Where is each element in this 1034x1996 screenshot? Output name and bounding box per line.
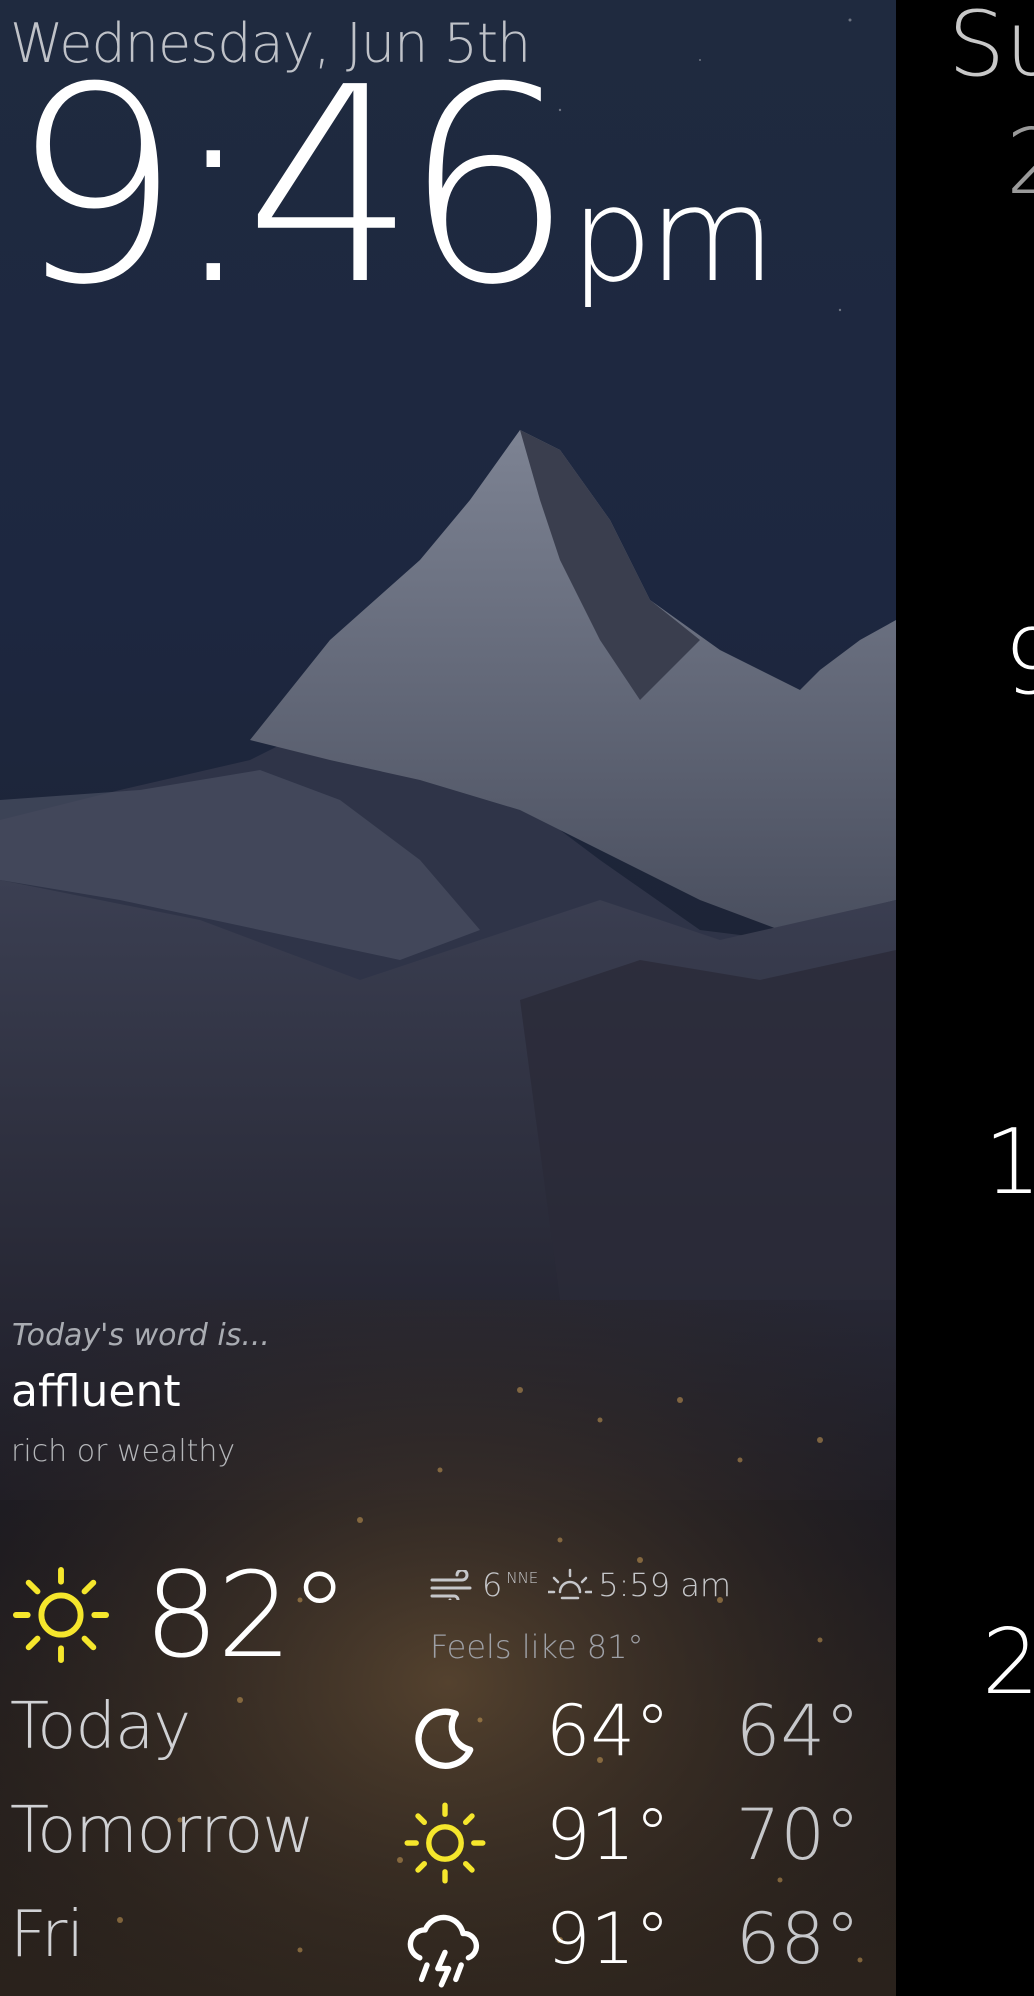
partial-label-3: 9 — [1004, 610, 1034, 715]
sunrise-icon — [548, 1568, 593, 1600]
wind-icon — [430, 1570, 472, 1600]
wind-sunrise-line: 6 NNE 5:59 am — [430, 1566, 731, 1604]
next-page-panel[interactable]: Su 2 9 16 2 — [896, 0, 1034, 1996]
clock-ampm: pm — [570, 159, 775, 311]
partial-label-2: 2 — [1006, 110, 1034, 215]
forecast-low: 68° — [735, 1898, 860, 1980]
current-temperature: 82° — [144, 1546, 349, 1684]
sun-icon — [12, 1566, 110, 1664]
word-definition: rich or wealthy — [11, 1434, 236, 1469]
forecast-day: Tomorrow — [10, 1794, 315, 1868]
partial-label-1: Su — [948, 0, 1034, 97]
word-of-day-intro: Today's word is... — [12, 1318, 270, 1353]
forecast-high: 64° — [545, 1690, 670, 1772]
forecast-day: Today — [10, 1690, 191, 1764]
feels-like: Feels like 81° — [430, 1628, 644, 1666]
forecast-high: 91° — [545, 1794, 670, 1876]
clock-time: 9:46 — [10, 29, 574, 344]
forecast-low: 70° — [735, 1794, 860, 1876]
sun-icon — [404, 1802, 486, 1884]
partial-label-4: 16 — [984, 1110, 1034, 1215]
thunderstorm-icon — [407, 1914, 480, 1988]
sunrise-time: 5:59 am — [598, 1566, 732, 1604]
forecast-low: 64° — [735, 1690, 860, 1772]
forecast-row-fri[interactable]: Fri 91° 68° — [10, 1898, 870, 1994]
wallpaper-panel: Wednesday, Jun 5th 9:46pm Today's word i… — [0, 0, 896, 1996]
partial-label-5: 2 — [982, 1610, 1034, 1715]
moon-icon — [415, 1708, 474, 1769]
forecast-high: 91° — [545, 1898, 670, 1980]
wind-speed: 6 — [482, 1566, 503, 1604]
wind-direction: NNE — [506, 1569, 539, 1587]
word-of-day[interactable]: affluent — [11, 1366, 181, 1417]
clock: 9:46pm — [10, 52, 775, 322]
forecast-row-today[interactable]: Today 64° 64° — [10, 1690, 870, 1786]
forecast-day: Fri — [10, 1898, 84, 1972]
forecast-row-tomorrow[interactable]: Tomorrow 91° 70° — [10, 1794, 870, 1890]
